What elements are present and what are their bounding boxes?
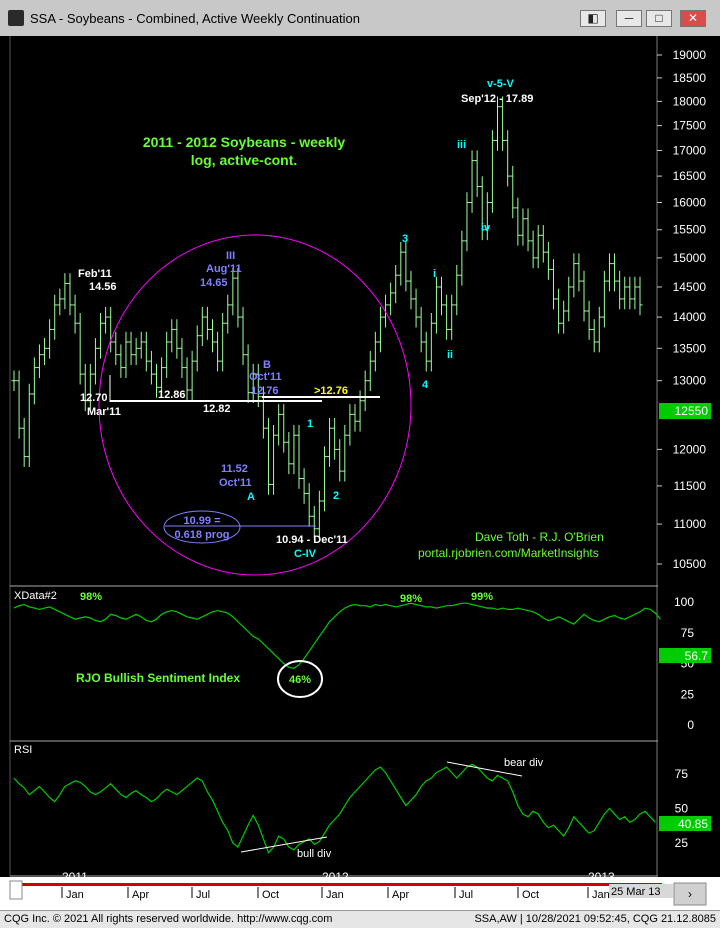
cursor-date: 25 Mar 13 — [611, 886, 661, 898]
annot-gt1276: >12.76 — [314, 385, 348, 397]
year-label: 2011 — [62, 870, 88, 884]
price-tick-label: 15000 — [673, 251, 707, 265]
maximize-button[interactable]: □ — [646, 10, 672, 27]
footer-info: SSA,AW | 10/28/2021 09:52:45, CQG 21.12.… — [474, 913, 716, 925]
price-tick-label: 13500 — [673, 341, 707, 355]
month-label: Oct — [522, 889, 539, 901]
month-label: Apr — [392, 889, 409, 901]
annot-1276: 12.76 — [251, 385, 279, 397]
month-label: Jan — [592, 889, 610, 901]
price-tick-label: 15500 — [673, 223, 707, 237]
sentiment-tick-label: 0 — [687, 718, 694, 732]
annot-1270: 12.70 — [80, 392, 108, 404]
year-label: 2012 — [322, 870, 349, 884]
annot-wave-i: i — [433, 268, 436, 280]
chart-area[interactable]: 19000 18500 18000 17500 17000 16500 16000 15500… — [0, 36, 720, 910]
rsi-axis-ticks: 75 50 25 — [675, 767, 689, 850]
month-label: Jan — [66, 889, 84, 901]
rsi-panel-label: RSI — [14, 744, 32, 756]
minimize-button[interactable]: ─ — [616, 10, 642, 27]
annot-1094: 10.94 - Dec'11 — [276, 534, 348, 546]
annot-oct11-a: Oct'11 — [219, 477, 252, 489]
annot-wave-III: III — [226, 250, 235, 262]
annot-aug11: Aug'11 — [206, 263, 242, 275]
month-label: Jul — [459, 889, 473, 901]
annot-wave-iii: iii — [457, 139, 466, 151]
price-tick-label: 17500 — [673, 119, 707, 133]
credit-author: Dave Toth - R.J. O'Brien — [475, 530, 604, 544]
sentiment-callout-98-a: 98% — [80, 591, 102, 603]
window-title: SSA - Soybeans - Combined, Active Weekly… — [30, 11, 360, 26]
year-label: 2013 — [588, 870, 615, 884]
month-label: Apr — [132, 889, 149, 901]
sentiment-tick-label: 25 — [681, 687, 695, 701]
price-tick-label: 11500 — [674, 479, 707, 493]
annot-wave-4: 4 — [422, 379, 429, 391]
month-label: Jan — [326, 889, 344, 901]
price-tick-label: 16500 — [673, 169, 707, 183]
footer-copyright: CQG Inc. © 2021 All rights reserved worl… — [4, 913, 333, 925]
rsi-value-label: 40.85 — [678, 817, 708, 831]
credit-url: portal.rjobrien.com/MarketInsights — [418, 546, 599, 560]
sentiment-callout-46: 46% — [289, 674, 311, 686]
annot-feb11: Feb'11 — [78, 268, 112, 280]
price-tick-label: 18000 — [673, 94, 707, 108]
annot-wave-A: A — [247, 491, 255, 503]
annot-wave-2: 2 — [333, 490, 339, 502]
price-tick-label: 14500 — [673, 280, 707, 294]
price-tick-label: 14000 — [673, 310, 707, 324]
rsi-tick-label: 75 — [675, 767, 689, 781]
price-tick-label: 19000 — [673, 48, 707, 62]
bear-div-label: bear div — [504, 757, 544, 769]
restore-icon[interactable]: ◧ — [580, 10, 606, 27]
annot-wave-3: 3 — [402, 233, 408, 245]
chevron-right-icon[interactable]: › — [688, 887, 692, 901]
annot-sep12: Sep'12 - 17.89 — [461, 93, 533, 105]
annot-1282: 12.82 — [203, 403, 231, 415]
annot-0618: 0.618 prog — [174, 529, 229, 541]
annot-oct11-b: Oct'11 — [249, 371, 282, 383]
rsi-tick-label: 25 — [675, 836, 689, 850]
annot-1099: 10.99 = — [183, 515, 220, 527]
price-tick-label: 16000 — [673, 195, 707, 209]
close-button[interactable]: ✕ — [680, 10, 706, 27]
price-tick-label: 10500 — [673, 557, 707, 571]
price-tick-label: 13000 — [673, 374, 707, 388]
price-tick-label: 11000 — [674, 517, 707, 531]
xdata-panel-label: XData#2 — [14, 590, 57, 602]
annot-wave-iv: iv — [481, 222, 491, 234]
month-label: Jul — [196, 889, 210, 901]
annot-C-IV: C-IV — [294, 548, 317, 560]
window-titlebar: SSA - Soybeans - Combined, Active Weekly… — [0, 0, 720, 37]
chart-subtitle: log, active-cont. — [191, 152, 298, 168]
annot-wave-1: 1 — [307, 418, 313, 430]
sentiment-value-label: 56.7 — [685, 649, 709, 663]
current-price-label: 12550 — [675, 404, 709, 418]
rsi-tick-label: 50 — [675, 802, 689, 816]
price-tick-label: 12000 — [673, 442, 707, 456]
annot-mar11: Mar'11 — [87, 406, 121, 418]
annot-wave-ii: ii — [447, 349, 453, 361]
price-tick-label: 17000 — [673, 143, 707, 157]
sentiment-series-label: RJO Bullish Sentiment Index — [76, 671, 240, 685]
month-label: Oct — [262, 889, 279, 901]
annot-1456: 14.56 — [89, 281, 117, 293]
annot-1286: 12.86 — [158, 389, 186, 401]
price-tick-label: 18500 — [673, 71, 707, 85]
sentiment-tick-label: 75 — [681, 626, 695, 640]
scroll-left[interactable] — [9, 880, 23, 900]
sentiment-tick-label: 100 — [674, 595, 694, 609]
annot-wave-B: B — [263, 359, 271, 371]
annot-wave-v5V: v-5-V — [487, 78, 515, 90]
app-icon — [8, 10, 24, 26]
chart-title: 2011 - 2012 Soybeans - weekly — [143, 134, 346, 150]
annot-1152: 11.52 — [221, 463, 248, 475]
bull-div-label: bull div — [297, 848, 332, 860]
sentiment-callout-99: 99% — [471, 591, 493, 603]
sentiment-callout-98-b: 98% — [400, 593, 422, 605]
status-bar: CQG Inc. © 2021 All rights reserved worl… — [0, 910, 720, 928]
annot-1465: 14.65 — [200, 277, 228, 289]
